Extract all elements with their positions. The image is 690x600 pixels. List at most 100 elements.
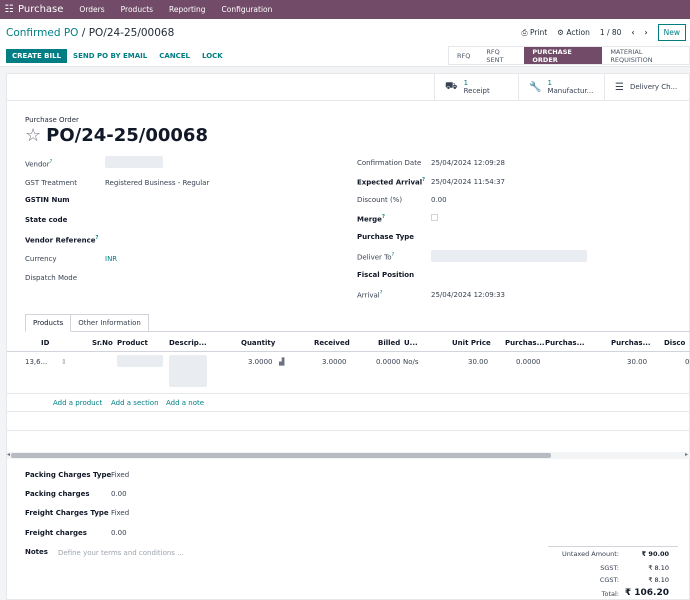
state-code-label: State code: [25, 216, 68, 224]
delivery-label: Delivery Ch...: [629, 83, 678, 91]
column-quantity[interactable]: Quantity: [241, 339, 275, 347]
column-received[interactable]: Received: [314, 339, 350, 347]
pager-value[interactable]: 1 / 80: [600, 28, 622, 37]
currency-field[interactable]: INR: [105, 255, 117, 263]
status-rfq-sent[interactable]: RFQ SENT: [478, 47, 524, 64]
action-label: Action: [566, 28, 590, 37]
wrench-icon: 🔧: [529, 81, 542, 93]
scroll-left-icon[interactable]: ◂: [7, 451, 10, 458]
column-unit-price[interactable]: Unit Price: [452, 339, 491, 347]
menu-products[interactable]: Products: [121, 5, 153, 14]
tab-other-information[interactable]: Other Information: [71, 314, 149, 332]
smart-button-receipt[interactable]: ⛟ 1 Receipt: [434, 74, 518, 100]
action-button[interactable]: ⚙ Action: [557, 28, 590, 37]
column-purchase-1[interactable]: Purchas...: [505, 339, 545, 347]
star-icon[interactable]: ☆: [25, 125, 41, 146]
sort-handle-icon[interactable]: ⇕: [61, 358, 67, 366]
manufacturing-label: Manufactur...: [547, 87, 594, 95]
smart-button-delivery[interactable]: ☰ Delivery Ch...: [604, 74, 690, 100]
receipt-label: Receipt: [463, 87, 490, 95]
freight-charges-type-field[interactable]: Fixed: [111, 509, 129, 517]
cell-billed[interactable]: 0.0000: [376, 358, 401, 366]
breadcrumb-current: PO/24-25/00068: [88, 27, 175, 39]
apps-grid-icon[interactable]: ☷: [0, 4, 18, 15]
tab-products[interactable]: Products: [25, 314, 72, 332]
vendor-reference-label: Vendor Reference?: [25, 235, 99, 245]
create-bill-button[interactable]: CREATE BILL: [6, 49, 68, 63]
gstin-label: GSTIN Num: [25, 196, 70, 204]
deliver-to-label: Deliver To?: [357, 252, 395, 262]
status-rfq[interactable]: RFQ: [449, 47, 478, 64]
top-navbar: ☷ Purchase Orders Products Reporting Con…: [0, 0, 690, 19]
purchase-type-label: Purchase Type: [357, 233, 415, 241]
cell-purchase-3[interactable]: 30.00: [627, 358, 647, 366]
freight-charges-field[interactable]: 0.00: [111, 529, 127, 537]
cell-discount[interactable]: 0: [685, 358, 689, 366]
column-product[interactable]: Product: [117, 339, 148, 347]
total-label: Total:: [601, 590, 619, 598]
status-purchase-order[interactable]: PURCHASE ORDER: [524, 47, 603, 64]
scroll-right-icon[interactable]: ▸: [685, 451, 688, 458]
cell-description[interactable]: [169, 355, 207, 387]
column-discount[interactable]: Disco: [664, 339, 685, 347]
discount-field[interactable]: 0.00: [431, 196, 447, 204]
arrival-field[interactable]: 25/04/2024 12:09:33: [431, 291, 505, 299]
packing-charges-type-field[interactable]: Fixed: [111, 471, 129, 479]
row-divider: [7, 393, 690, 394]
gst-treatment-field[interactable]: Registered Business - Regular: [105, 179, 209, 187]
cell-purchase-1[interactable]: 0.0000: [516, 358, 541, 366]
cgst-label: CGST:: [599, 576, 619, 584]
packing-charges-type-label: Packing Charges Type: [25, 471, 112, 479]
expected-arrival-field[interactable]: 25/04/2024 11:54:37: [431, 178, 505, 186]
cell-uom[interactable]: No/s: [403, 358, 419, 366]
column-purchase-2[interactable]: Purchas...: [545, 339, 585, 347]
add-section-link[interactable]: Add a section: [111, 399, 159, 407]
scrollbar-thumb[interactable]: [11, 453, 551, 458]
pager-prev-icon[interactable]: ‹: [631, 28, 634, 37]
merge-label: Merge?: [357, 214, 385, 224]
smart-button-manufacturing[interactable]: 🔧 1 Manufactur...: [518, 74, 604, 100]
app-title[interactable]: Purchase: [18, 4, 63, 15]
list-icon: ☰: [615, 81, 624, 93]
status-material-requisition[interactable]: MATERIAL REQUISITION: [602, 47, 689, 64]
forecast-chart-icon[interactable]: ▟: [279, 358, 284, 366]
print-button[interactable]: ⎙ Print: [522, 28, 548, 38]
breadcrumb-parent[interactable]: Confirmed PO: [6, 27, 78, 39]
packing-charges-field[interactable]: 0.00: [111, 490, 127, 498]
vendor-field[interactable]: [105, 156, 163, 168]
cell-unit-price[interactable]: 30.00: [468, 358, 488, 366]
currency-label: Currency: [25, 255, 57, 263]
action-buttons: CREATE BILL SEND PO BY EMAIL CANCEL LOCK: [6, 49, 229, 63]
deliver-to-field[interactable]: [431, 250, 587, 262]
column-sr-no[interactable]: Sr.No: [92, 339, 113, 347]
menu-reporting[interactable]: Reporting: [169, 5, 205, 14]
merge-checkbox[interactable]: [431, 214, 438, 221]
column-uom[interactable]: U...: [404, 339, 418, 347]
status-bar: RFQ RFQ SENT PURCHASE ORDER MATERIAL REQ…: [448, 46, 690, 65]
notes-field[interactable]: Define your terms and conditions ...: [58, 549, 184, 557]
confirmation-date-field[interactable]: 25/04/2024 12:09:28: [431, 159, 505, 167]
send-po-button[interactable]: SEND PO BY EMAIL: [67, 49, 153, 63]
menu-orders[interactable]: Orders: [79, 5, 104, 14]
column-id[interactable]: ID: [41, 339, 49, 347]
add-product-link[interactable]: Add a product: [53, 399, 102, 407]
column-billed[interactable]: Billed: [378, 339, 400, 347]
notebook-tabs: Products Other Information: [25, 314, 149, 332]
column-description[interactable]: Descrip...: [169, 339, 207, 347]
cancel-button[interactable]: CANCEL: [153, 49, 196, 63]
cell-id[interactable]: 13,6...: [25, 358, 47, 366]
add-note-link[interactable]: Add a note: [166, 399, 204, 407]
vendor-label: Vendor?: [25, 159, 53, 169]
column-purchase-3[interactable]: Purchas...: [611, 339, 651, 347]
menu-configuration[interactable]: Configuration: [222, 5, 273, 14]
pager-next-icon[interactable]: ›: [645, 28, 648, 37]
horizontal-scrollbar[interactable]: ◂ ▸: [7, 451, 690, 459]
cell-quantity[interactable]: 3.0000: [248, 358, 273, 366]
new-button[interactable]: New: [657, 24, 686, 41]
cell-product[interactable]: [117, 355, 163, 367]
control-panel: Confirmed PO / PO/24-25/00068 ⎙ Print ⚙ …: [0, 19, 690, 67]
record-type-label: Purchase Order: [25, 116, 79, 124]
lock-button[interactable]: LOCK: [196, 49, 229, 63]
gear-icon: ⚙: [557, 28, 564, 37]
cell-received[interactable]: 3.0000: [322, 358, 347, 366]
